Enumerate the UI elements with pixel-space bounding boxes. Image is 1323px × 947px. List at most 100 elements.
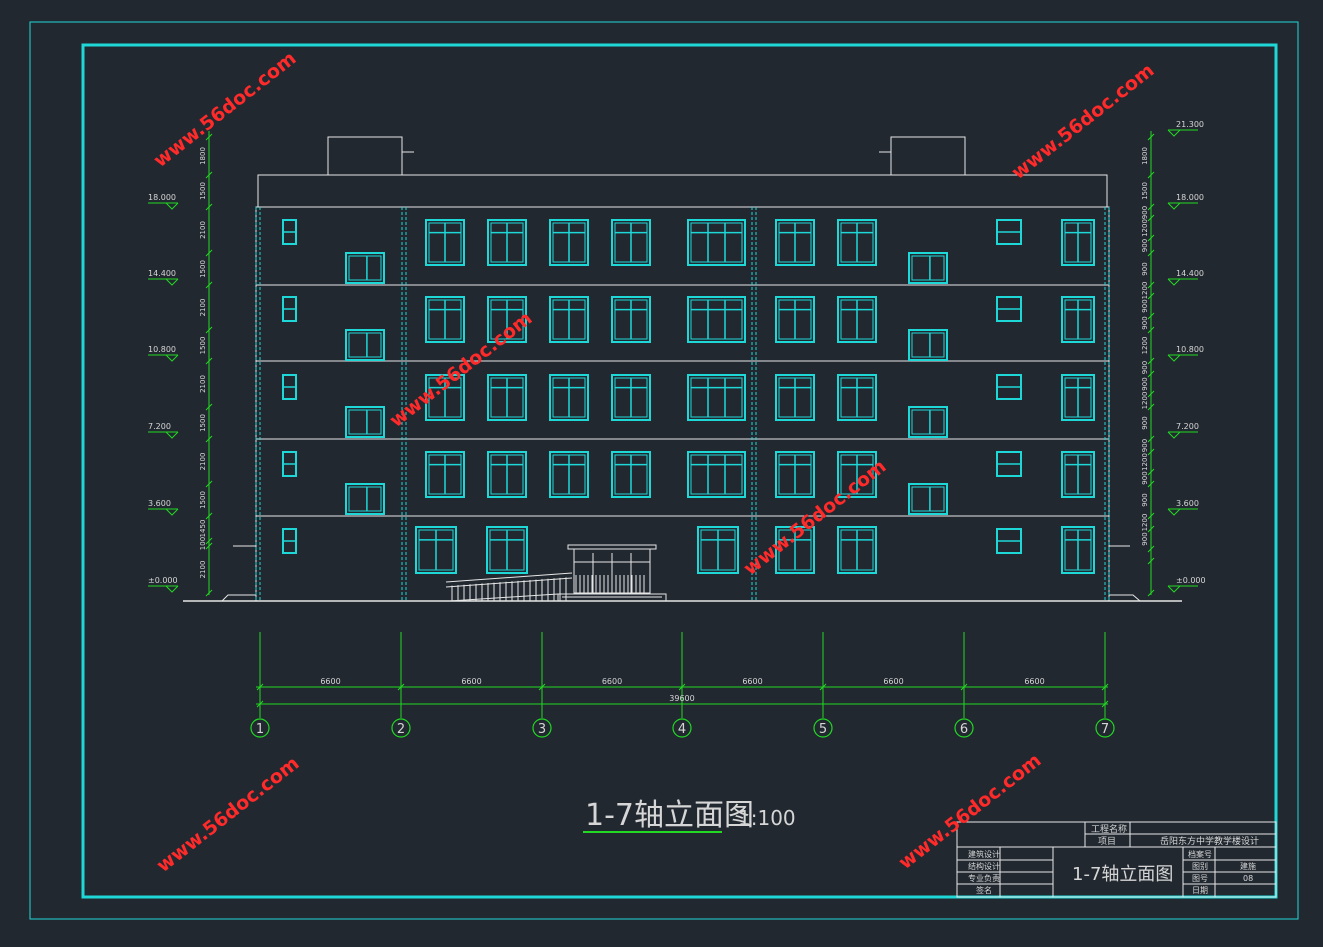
- elev-label: 14.400: [148, 269, 176, 278]
- stair-window: [908, 329, 948, 361]
- bay-dim-label: 6600: [602, 677, 622, 686]
- axis-label: 5: [819, 722, 827, 737]
- window-inner: [911, 332, 945, 358]
- dim-label: 900: [1141, 239, 1149, 252]
- stair-window: [908, 406, 948, 438]
- dim-label: 1200: [1141, 337, 1149, 355]
- tb-right-label: 日期: [1192, 886, 1208, 895]
- watermarks: www.56doc.com www.56doc.com www.56doc.com w…: [150, 47, 1159, 877]
- window-frame: [687, 374, 746, 421]
- window: [425, 219, 465, 266]
- toilet-window: [282, 296, 297, 322]
- elevation-mark: ±0.000: [148, 576, 179, 593]
- window: [487, 219, 527, 266]
- dim-label: 900: [1141, 299, 1149, 312]
- elev-label: 14.400: [1176, 269, 1204, 278]
- dim-label: 1500: [199, 414, 207, 432]
- bay-dim-label: 6600: [461, 677, 481, 686]
- tb-drawing-name: 1-7轴立面图: [1072, 864, 1173, 885]
- window: [549, 374, 589, 421]
- side-window: [996, 451, 1022, 477]
- window: [837, 219, 877, 266]
- window: [1061, 219, 1095, 266]
- window: [775, 374, 815, 421]
- entrance: [445, 548, 651, 602]
- elev-label: 10.800: [1176, 345, 1204, 354]
- tb-right-label: 档案号: [1188, 849, 1212, 859]
- elevation-mark: 14.400: [148, 269, 179, 286]
- axis-label: 1: [256, 722, 264, 737]
- window: [837, 526, 877, 574]
- window-inner: [348, 409, 382, 435]
- inner-frame: [81, 43, 1278, 899]
- dim-label: 1500: [199, 491, 207, 509]
- elev-label: ±0.000: [1176, 576, 1206, 585]
- elev-triangle: [1167, 129, 1181, 137]
- plinth-step-right: [1109, 594, 1141, 602]
- window: [1061, 296, 1095, 343]
- dim-label: 2100: [199, 299, 207, 317]
- total-dim-label: 39600: [669, 694, 694, 703]
- window: [415, 526, 457, 574]
- window-frame: [908, 252, 948, 284]
- tb-left-row: 签名: [976, 885, 992, 895]
- plinth-step-left: [221, 594, 256, 602]
- window: [837, 374, 877, 421]
- stair-window: [345, 406, 385, 438]
- dim-label: 2100: [199, 453, 207, 471]
- window-frame: [345, 252, 385, 284]
- elevation-mark: 10.800: [1167, 345, 1204, 362]
- window-inner: [690, 454, 743, 495]
- tb-right-label: 图号: [1192, 874, 1208, 883]
- window: [1061, 374, 1095, 421]
- side-window: [996, 296, 1022, 322]
- axis-label: 7: [1101, 722, 1109, 737]
- toilet-window: [282, 219, 297, 245]
- window: [775, 451, 815, 498]
- elev-triangle: [165, 278, 179, 286]
- elevation-mark: 14.400: [1167, 269, 1204, 286]
- window-frame: [345, 329, 385, 361]
- parapet: [257, 174, 1108, 207]
- elev-label: 3.600: [1176, 499, 1199, 508]
- stair-window: [908, 252, 948, 284]
- window-inner: [690, 377, 743, 418]
- watermark-text: www.56doc.com: [150, 47, 301, 172]
- elev-triangle: [1167, 508, 1181, 516]
- axis-grid: 1 2 3 4 5 6 7 6600 6600 6600 6600 6600 6600 39600: [250, 632, 1115, 738]
- window: [687, 219, 746, 266]
- axis-label: 3: [538, 722, 546, 737]
- window: [549, 219, 589, 266]
- dim-label: 1500: [199, 260, 207, 278]
- window: [611, 451, 651, 498]
- ramp-rail: [445, 572, 573, 583]
- roof-stair-right: [890, 136, 966, 175]
- dim-label: 1200: [1141, 219, 1149, 237]
- dim-label: 1200: [1141, 282, 1149, 300]
- toilet-window: [282, 528, 297, 554]
- elev-triangle: [165, 354, 179, 362]
- bay-dim-label: 6600: [320, 677, 340, 686]
- building-elevation: [183, 136, 1182, 602]
- window-inner: [348, 332, 382, 358]
- elev-triangle: [1167, 278, 1181, 286]
- tb-right-value: 08: [1243, 874, 1253, 883]
- elev-triangle: [1167, 354, 1181, 362]
- dim-label: 1450: [199, 520, 207, 538]
- window-frame: [345, 483, 385, 515]
- dim-label: 900: [1141, 262, 1149, 275]
- roof-stair-left: [327, 136, 403, 175]
- bay-dim-label: 6600: [742, 677, 762, 686]
- tb-left-row: 结构设计: [968, 861, 1000, 871]
- tb-right-label: 图别: [1192, 862, 1208, 871]
- elevation-mark: 18.000: [1167, 193, 1204, 210]
- dim-label: 1500: [199, 337, 207, 355]
- left-dimension-column: 1800 1500 2100 1500 2100 1500 2100 1500 2100 1500…: [199, 131, 213, 597]
- dim-label: 900: [1141, 361, 1149, 374]
- elev-triangle: [165, 508, 179, 516]
- ramp-rail: [445, 577, 573, 588]
- outer-frame: [29, 21, 1299, 920]
- window: [487, 374, 527, 421]
- elevation-mark: 18.000: [148, 193, 179, 210]
- window-frame: [345, 406, 385, 438]
